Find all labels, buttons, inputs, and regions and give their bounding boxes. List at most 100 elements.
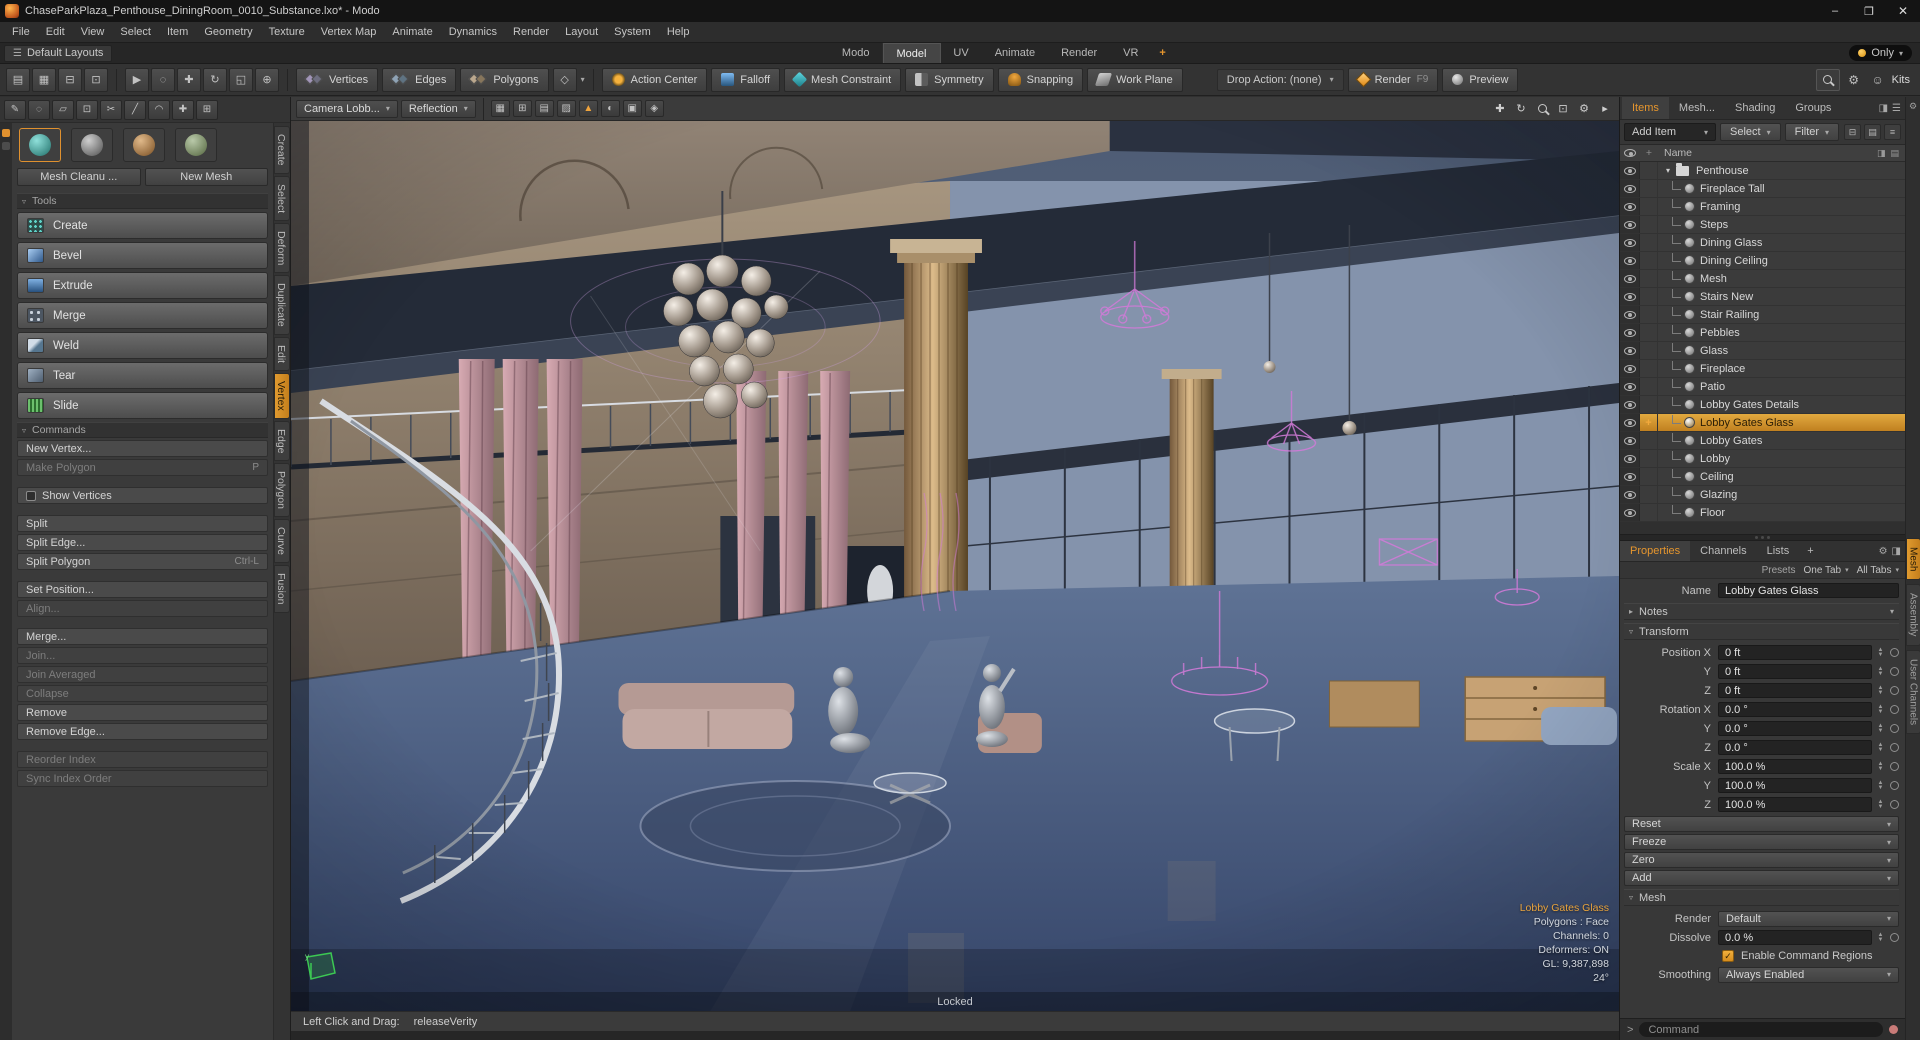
action-center-button[interactable]: Action Center (601, 67, 708, 92)
add-dropdown-button[interactable]: Add ▾ (1624, 870, 1899, 886)
one-tab-dropdown[interactable]: One Tab ▾ (1804, 565, 1849, 576)
command-split-polygon[interactable]: Split Polygon Ctrl-L (17, 553, 268, 570)
menu-item[interactable]: Item (159, 22, 196, 42)
menu-animate[interactable]: Animate (384, 22, 440, 42)
tree-item-lobby[interactable]: Lobby (1620, 450, 1905, 468)
visibility-eye-toggle[interactable] (1620, 180, 1640, 197)
pan-icon[interactable]: ✚ (1491, 100, 1509, 117)
maximize-button[interactable]: ❐ (1852, 0, 1886, 22)
spinner-icon[interactable]: ▲ ▼ (1875, 742, 1886, 752)
menu-render[interactable]: Render (505, 22, 557, 42)
command-remove-edge[interactable]: Remove Edge... (17, 723, 268, 740)
visibility-eye-toggle[interactable] (1620, 504, 1640, 521)
panel-tab-mesh[interactable]: Mesh... (1669, 97, 1725, 119)
channel-dot-icon[interactable] (1890, 933, 1899, 942)
visibility-eye-toggle[interactable] (1620, 234, 1640, 251)
panel-pin-icon[interactable]: ◨ (1879, 103, 1888, 114)
tool-slide-button[interactable]: Slide (17, 392, 268, 419)
tree-item-stair-railing[interactable]: Stair Railing (1620, 306, 1905, 324)
viewport-more-icon[interactable]: ▸ (1596, 100, 1614, 117)
kits-gear-icon[interactable]: ⚙ (1844, 70, 1864, 90)
collapse-all-icon[interactable]: ⊟ (1844, 124, 1861, 140)
grid-toggle-icon[interactable]: ▦ (490, 100, 510, 117)
commands-section-header[interactable]: ▿ Commands (17, 422, 268, 438)
tool-tear-button[interactable]: Tear (17, 362, 268, 389)
tree-item-lobby-gates-details[interactable]: Lobby Gates Details (1620, 396, 1905, 414)
tree-item-framing[interactable]: Framing (1620, 198, 1905, 216)
mesh-edit-tool-icon[interactable] (71, 128, 113, 162)
mesh-constraint-button[interactable]: Mesh Constraint (784, 67, 902, 92)
visibility-eye-toggle[interactable] (1620, 162, 1640, 179)
menu-dynamics[interactable]: Dynamics (441, 22, 505, 42)
transform-value-input[interactable]: 0 ft (1718, 683, 1872, 698)
menu-select[interactable]: Select (112, 22, 159, 42)
work-plane-button[interactable]: Work Plane (1087, 67, 1183, 92)
command-merge[interactable]: Merge... (17, 628, 268, 645)
preview-button[interactable]: Preview (1442, 67, 1519, 92)
mesh-cleanup-button[interactable]: Mesh Cleanu ... (17, 168, 141, 186)
gear-icon[interactable]: ⚙ (1909, 97, 1917, 116)
tool-extrude-button[interactable]: Extrude (17, 272, 268, 299)
spinner-icon[interactable]: ▲ ▼ (1875, 723, 1886, 733)
properties-tab-channels[interactable]: Channels (1690, 541, 1756, 561)
viewport-3d-scene[interactable]: Lobby Gates Glass Polygons : Face Channel… (291, 121, 1619, 1011)
transform-tool-icon[interactable]: ⊕ (255, 67, 279, 92)
curve-tool-icon[interactable]: ◠ (148, 99, 170, 120)
only-toggle[interactable]: Only ▾ (1849, 45, 1912, 61)
channel-dot-icon[interactable] (1890, 743, 1899, 752)
dissolve-input[interactable]: 0.0 % (1718, 930, 1872, 945)
spinner-icon[interactable]: ▲ ▼ (1875, 647, 1886, 657)
ghost-mode-icon[interactable]: ◐ (600, 100, 620, 117)
channel-dot-icon[interactable] (1890, 762, 1899, 771)
sculpt-tool-icon[interactable] (123, 128, 165, 162)
add-item-button[interactable]: Add Item ▾ (1624, 123, 1716, 141)
viewport-settings-gear-icon[interactable]: ⚙ (1575, 100, 1593, 117)
tree-item-mesh[interactable]: Mesh (1620, 270, 1905, 288)
tree-item-ceiling[interactable]: Ceiling (1620, 468, 1905, 486)
channel-dot-icon[interactable] (1890, 724, 1899, 733)
panel-tab-items[interactable]: Items (1622, 97, 1669, 119)
render-dropdown[interactable]: Default ▾ (1718, 910, 1899, 927)
enable-command-regions-checkbox[interactable]: ✓ (1722, 950, 1734, 962)
polygons-mode-button[interactable]: Polygons (460, 67, 549, 92)
properties-tab-lists[interactable]: Lists (1757, 541, 1800, 561)
component-tab-deform[interactable]: Deform (274, 222, 290, 274)
airbrush-tool-icon[interactable]: ◌ (28, 99, 50, 120)
tree-item-fireplace-tall[interactable]: Fireplace Tall (1620, 180, 1905, 198)
scale-tool-icon[interactable]: ◱ (229, 67, 253, 92)
tree-item-dining-ceiling[interactable]: Dining Ceiling (1620, 252, 1905, 270)
visibility-eye-toggle[interactable] (1620, 450, 1640, 467)
snap-grid-tool-icon[interactable]: ⊞ (196, 99, 218, 120)
auto-visibility-icon[interactable]: ▲ (578, 100, 598, 117)
channel-dot-icon[interactable] (1890, 800, 1899, 809)
mesh-section-header[interactable]: ▿ Mesh (1624, 889, 1899, 906)
layout-tab-modo[interactable]: Modo (829, 43, 883, 63)
menu-view[interactable]: View (73, 22, 113, 42)
orbit-icon[interactable]: ↻ (1512, 100, 1530, 117)
layout-tab-uv[interactable]: UV (940, 43, 981, 63)
layout-tab-render[interactable]: Render (1048, 43, 1110, 63)
figure-tool-icon[interactable] (175, 128, 217, 162)
visibility-eye-toggle[interactable] (1620, 198, 1640, 215)
layout-split-icon[interactable]: ⊟ (58, 67, 82, 92)
visibility-eye-toggle[interactable] (1620, 486, 1640, 503)
component-tab-vertex[interactable]: Vertex (274, 373, 290, 419)
frame-selected-icon[interactable]: ⊡ (1554, 100, 1572, 117)
menu-help[interactable]: Help (659, 22, 698, 42)
spinner-icon[interactable]: ▲ ▼ (1875, 704, 1886, 714)
component-tab-edge[interactable]: Edge (274, 420, 290, 462)
panel-tab-groups[interactable]: Groups (1785, 97, 1841, 119)
vertices-mode-button[interactable]: Vertices (296, 67, 379, 92)
menu-file[interactable]: File (4, 22, 38, 42)
primitive-sphere-tool-icon[interactable] (19, 128, 61, 162)
quick-tool-icon-2[interactable] (2, 142, 10, 150)
smoothing-dropdown[interactable]: Always Enabled ▾ (1718, 966, 1899, 983)
component-tab-duplicate[interactable]: Duplicate (274, 275, 290, 335)
visibility-eye-toggle[interactable] (1620, 324, 1640, 341)
symmetry-button[interactable]: Symmetry (905, 67, 994, 92)
transform-value-input[interactable]: 100.0 % (1718, 797, 1872, 812)
visibility-eye-toggle[interactable] (1620, 306, 1640, 323)
kits-user-icon[interactable]: ☺ (1868, 70, 1888, 90)
visibility-eye-toggle[interactable] (1620, 414, 1640, 431)
channel-dot-icon[interactable] (1890, 705, 1899, 714)
